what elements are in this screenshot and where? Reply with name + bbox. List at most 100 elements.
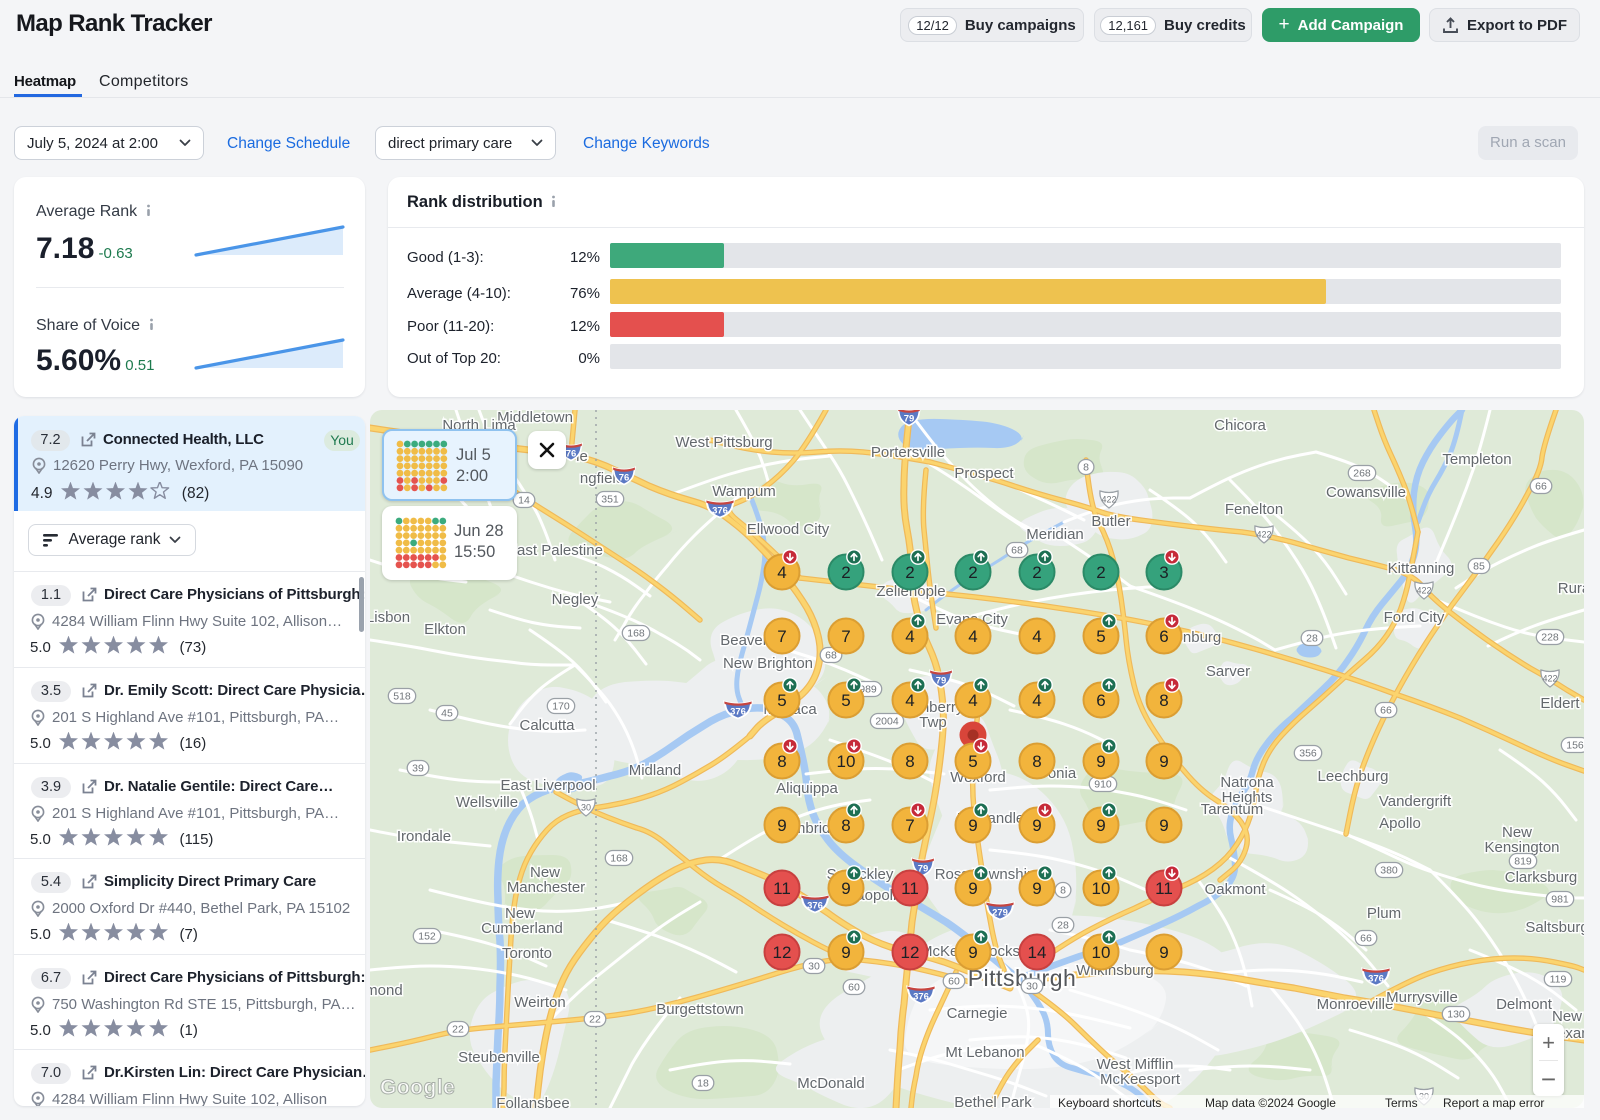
svg-text:45: 45	[441, 708, 453, 720]
svg-text:2: 2	[968, 563, 977, 582]
svg-text:380: 380	[1380, 865, 1398, 877]
svg-text:chmond: chmond	[370, 982, 403, 999]
svg-text:2: 2	[1096, 563, 1105, 582]
svg-text:376: 376	[807, 901, 823, 912]
svg-text:McDonald: McDonald	[797, 1075, 865, 1092]
svg-text:Irondale: Irondale	[397, 828, 451, 845]
svg-text:39: 39	[412, 763, 424, 775]
svg-text:68: 68	[1011, 545, 1023, 557]
svg-text:152: 152	[418, 931, 436, 943]
svg-text:119: 119	[1550, 974, 1567, 986]
svg-text:14: 14	[518, 495, 530, 507]
svg-text:30: 30	[1026, 981, 1038, 993]
svg-text:4: 4	[968, 627, 977, 646]
svg-text:Aliquippa: Aliquippa	[776, 780, 838, 797]
svg-text:Clarksburg: Clarksburg	[1505, 869, 1578, 886]
svg-text:4: 4	[905, 627, 914, 646]
svg-text:Rura: Rura	[1558, 580, 1584, 597]
svg-text:22: 22	[452, 1024, 464, 1036]
svg-text:Meridian: Meridian	[1026, 526, 1084, 543]
svg-text:4: 4	[905, 691, 914, 710]
svg-text:Negley: Negley	[552, 591, 599, 608]
svg-text:356: 356	[1299, 748, 1317, 760]
svg-text:Apollo: Apollo	[1379, 815, 1421, 832]
svg-text:New: New	[1552, 1008, 1582, 1025]
svg-text:156: 156	[1566, 740, 1584, 752]
svg-text:Mt Lebanon: Mt Lebanon	[945, 1044, 1024, 1061]
svg-text:168: 168	[627, 628, 645, 640]
svg-text:66: 66	[1535, 481, 1547, 493]
svg-text:376: 376	[1368, 974, 1384, 985]
svg-text:9: 9	[1032, 816, 1041, 835]
svg-text:422: 422	[1256, 530, 1271, 540]
svg-text:130: 130	[1447, 1009, 1465, 1021]
svg-text:Elkton: Elkton	[424, 621, 466, 638]
svg-text:Eldert: Eldert	[1540, 695, 1580, 712]
svg-text:Ford City: Ford City	[1384, 609, 1445, 626]
svg-text:Fenelton: Fenelton	[1225, 501, 1283, 518]
svg-text:11: 11	[901, 879, 919, 898]
svg-text:Butler: Butler	[1091, 513, 1130, 530]
svg-text:79: 79	[936, 676, 947, 687]
svg-text:3: 3	[1159, 563, 1168, 582]
svg-text:Beaver: Beaver	[720, 632, 768, 649]
svg-text:9: 9	[1096, 752, 1105, 771]
svg-text:9: 9	[968, 879, 977, 898]
svg-text:Delmont: Delmont	[1496, 996, 1553, 1013]
svg-text:9: 9	[1159, 943, 1168, 962]
svg-text:East Palestine: East Palestine	[507, 542, 603, 559]
svg-text:66: 66	[1360, 933, 1372, 945]
svg-text:Vandergrift: Vandergrift	[1379, 793, 1452, 810]
svg-text:8: 8	[1032, 752, 1041, 771]
svg-text:9: 9	[777, 816, 786, 835]
svg-text:McKeesport: McKeesport	[1100, 1071, 1181, 1088]
svg-text:910: 910	[1094, 779, 1112, 791]
svg-text:Leechburg: Leechburg	[1318, 768, 1389, 785]
svg-text:68: 68	[825, 650, 837, 662]
svg-text:9: 9	[841, 879, 850, 898]
svg-text:Cowansville: Cowansville	[1326, 484, 1406, 501]
svg-text:Murrysville: Murrysville	[1386, 989, 1458, 1006]
svg-text:10: 10	[1092, 943, 1111, 962]
svg-text:9: 9	[1096, 816, 1105, 835]
svg-text:Follansbee: Follansbee	[496, 1095, 569, 1108]
svg-text:Toronto: Toronto	[502, 945, 552, 962]
svg-text:8: 8	[905, 752, 914, 771]
svg-text:Wampum: Wampum	[712, 483, 776, 500]
svg-text:60: 60	[848, 982, 860, 994]
svg-text:2004: 2004	[875, 716, 899, 728]
svg-text:10: 10	[1092, 879, 1111, 898]
svg-text:9: 9	[841, 943, 850, 962]
svg-text:8: 8	[1060, 885, 1066, 897]
svg-text:West Pittsburg: West Pittsburg	[675, 434, 772, 451]
svg-text:422: 422	[1542, 674, 1557, 684]
svg-text:Kittanning: Kittanning	[1388, 560, 1455, 577]
svg-text:4: 4	[1032, 627, 1041, 646]
svg-text:85: 85	[1473, 561, 1485, 573]
svg-text:18: 18	[697, 1078, 709, 1090]
svg-text:14: 14	[1028, 943, 1047, 962]
svg-text:819: 819	[1514, 856, 1532, 868]
svg-text:6: 6	[1096, 691, 1105, 710]
svg-text:376: 376	[730, 707, 746, 718]
svg-text:30: 30	[808, 961, 820, 973]
svg-text:5: 5	[777, 691, 786, 710]
svg-text:Wellsville: Wellsville	[456, 794, 518, 811]
svg-text:4: 4	[968, 691, 977, 710]
svg-text:Portersville: Portersville	[871, 444, 945, 461]
svg-text:Saltsburg: Saltsburg	[1525, 919, 1584, 936]
svg-text:Prospect: Prospect	[954, 465, 1014, 482]
svg-text:Midland: Midland	[629, 762, 682, 779]
svg-text:12: 12	[901, 943, 920, 962]
svg-text:7: 7	[777, 627, 786, 646]
svg-text:12: 12	[773, 943, 792, 962]
svg-text:518: 518	[393, 691, 411, 703]
svg-text:Cumberland: Cumberland	[481, 920, 563, 937]
svg-text:Weirton: Weirton	[514, 994, 565, 1011]
svg-text:60: 60	[948, 976, 960, 988]
svg-text:9: 9	[1159, 752, 1168, 771]
svg-text:2: 2	[905, 563, 914, 582]
svg-text:Templeton: Templeton	[1442, 451, 1511, 468]
svg-text:228: 228	[1541, 632, 1559, 644]
svg-text:Plum: Plum	[1367, 905, 1401, 922]
